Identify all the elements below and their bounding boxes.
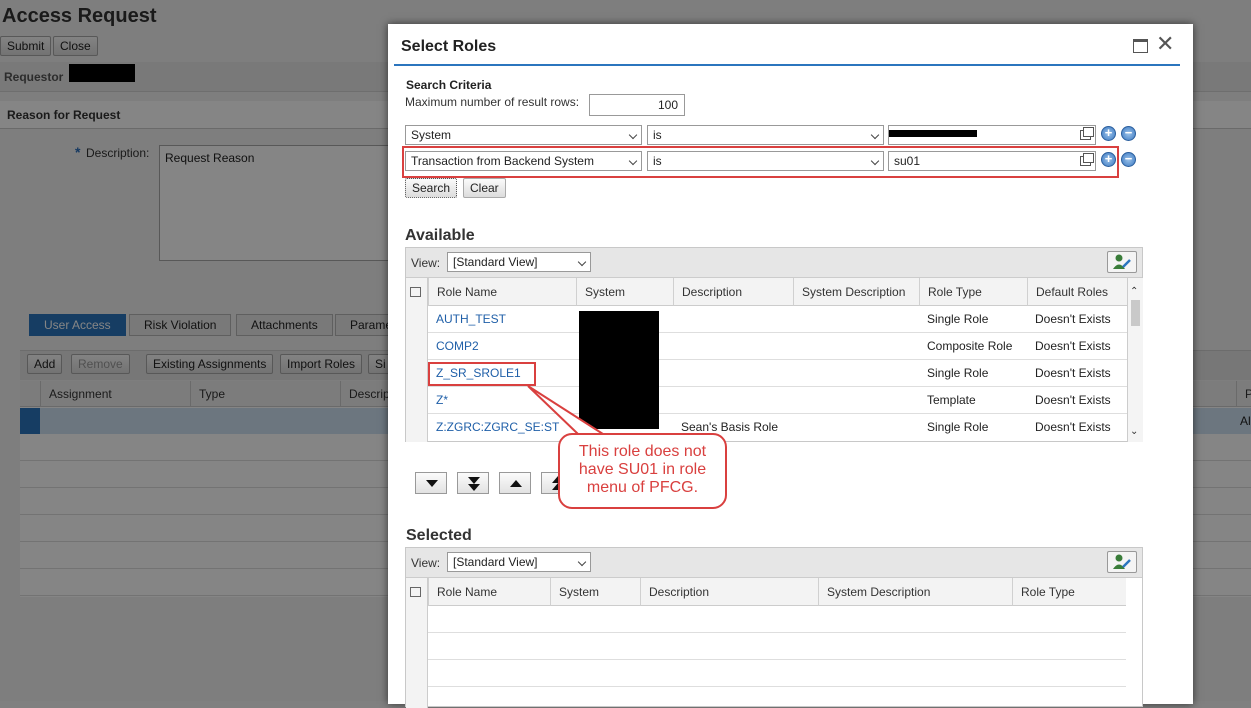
- criteria-field-select[interactable]: System: [405, 125, 642, 145]
- column-description[interactable]: Description: [640, 578, 818, 606]
- chevron-down-icon: [628, 130, 638, 140]
- table-row[interactable]: [428, 633, 1126, 660]
- table-row[interactable]: [428, 660, 1126, 687]
- default-roles-cell: Doesn't Exists: [1035, 420, 1111, 434]
- description-cell: [673, 387, 681, 414]
- arrow-down-icon: [426, 480, 438, 487]
- row-selector-column: [406, 578, 428, 708]
- add-criteria-icon[interactable]: +: [1101, 126, 1116, 141]
- personalize-button[interactable]: [1107, 551, 1137, 573]
- remove-criteria-icon[interactable]: −: [1121, 152, 1136, 167]
- callout-note: This role does not have SU01 in role men…: [558, 433, 727, 509]
- select-all-icon[interactable]: [410, 587, 421, 597]
- personalize-icon: [1113, 554, 1131, 569]
- scrollbar[interactable]: ⌃ ⌄: [1127, 278, 1143, 442]
- default-roles-cell: Doesn't Exists: [1035, 366, 1111, 380]
- role-name-cell[interactable]: Z*: [428, 387, 448, 414]
- dialog-title: Select Roles: [401, 38, 497, 55]
- role-type-cell: Single Role: [927, 312, 989, 326]
- default-roles-cell: Doesn't Exists: [1035, 312, 1111, 326]
- available-table: View: [Standard View] Role Name System D…: [405, 247, 1143, 442]
- description-cell: [673, 333, 681, 360]
- chevron-down-icon: [870, 130, 880, 140]
- role-name-cell[interactable]: COMP2: [428, 333, 479, 360]
- column-role-name[interactable]: Role Name: [428, 278, 576, 306]
- arrow-up-icon: [510, 480, 522, 487]
- max-rows-input[interactable]: 100: [589, 94, 685, 116]
- column-system[interactable]: System: [576, 278, 673, 306]
- default-roles-cell: Doesn't Exists: [1035, 393, 1111, 407]
- redacted-block: [889, 130, 977, 137]
- table-row[interactable]: AUTH_TEST Single Role Doesn't Exists: [428, 306, 1127, 333]
- criteria-operator-value: is: [653, 128, 662, 142]
- view-select[interactable]: [Standard View]: [447, 552, 591, 572]
- default-roles-cell: Doesn't Exists: [1035, 339, 1111, 353]
- column-system[interactable]: System: [550, 578, 640, 606]
- personalize-icon: [1113, 254, 1131, 269]
- move-down-button[interactable]: [415, 472, 447, 494]
- available-section-title: Available: [405, 227, 475, 244]
- clear-button[interactable]: Clear: [463, 178, 506, 198]
- column-role-type[interactable]: Role Type: [1012, 578, 1126, 606]
- remove-criteria-icon[interactable]: −: [1121, 126, 1136, 141]
- selected-table: View: [Standard View] Role Name System D…: [405, 547, 1143, 708]
- scroll-down-icon[interactable]: ⌄: [1130, 426, 1138, 437]
- arrow-down-icon: [468, 477, 480, 484]
- search-button[interactable]: Search: [405, 178, 458, 198]
- row-selector-column: [406, 278, 428, 442]
- chevron-down-icon: [577, 557, 587, 567]
- personalize-button[interactable]: [1107, 251, 1137, 273]
- criteria-field-value: System: [411, 128, 452, 142]
- column-system-description[interactable]: System Description: [818, 578, 1012, 606]
- role-type-cell: Composite Role: [927, 339, 1013, 353]
- role-type-cell: Single Role: [927, 366, 989, 380]
- table-row[interactable]: COMP2 Composite Role Doesn't Exists: [428, 333, 1127, 360]
- scroll-up-icon[interactable]: ⌃: [1130, 286, 1138, 297]
- column-default-roles[interactable]: Default Roles: [1027, 278, 1127, 306]
- criteria-highlight-box: [402, 146, 1119, 178]
- select-all-icon[interactable]: [410, 287, 421, 297]
- criteria-operator-select[interactable]: is: [647, 125, 884, 145]
- view-label: View:: [411, 256, 441, 270]
- view-select[interactable]: [Standard View]: [447, 252, 591, 272]
- description-cell: [673, 360, 681, 387]
- role-type-cell: Template: [927, 393, 976, 407]
- scroll-thumb[interactable]: [1131, 300, 1140, 326]
- chevron-down-icon: [577, 257, 587, 267]
- role-name-cell[interactable]: AUTH_TEST: [428, 306, 506, 333]
- table-row[interactable]: [428, 606, 1126, 633]
- move-all-down-button[interactable]: [457, 472, 489, 494]
- column-system-description[interactable]: System Description: [793, 278, 919, 306]
- role-type-cell: Single Role: [927, 420, 989, 434]
- view-value: [Standard View]: [453, 555, 538, 569]
- close-icon[interactable]: ✕: [1156, 33, 1174, 55]
- title-divider: [394, 64, 1180, 66]
- column-role-name[interactable]: Role Name: [428, 578, 550, 606]
- select-roles-dialog: Select Roles ✕ Search Criteria Maximum n…: [388, 24, 1193, 708]
- arrow-down-icon: [468, 484, 480, 491]
- max-rows-label: Maximum number of result rows:: [405, 95, 580, 109]
- value-help-icon[interactable]: [1080, 127, 1094, 140]
- maximize-icon[interactable]: [1133, 39, 1148, 53]
- view-value: [Standard View]: [453, 255, 538, 269]
- column-role-type[interactable]: Role Type: [919, 278, 1027, 306]
- view-label: View:: [411, 556, 441, 570]
- move-up-button[interactable]: [499, 472, 531, 494]
- column-description[interactable]: Description: [673, 278, 793, 306]
- description-cell: [673, 306, 681, 333]
- search-criteria-label: Search Criteria: [406, 78, 492, 92]
- selected-section-title: Selected: [406, 527, 472, 544]
